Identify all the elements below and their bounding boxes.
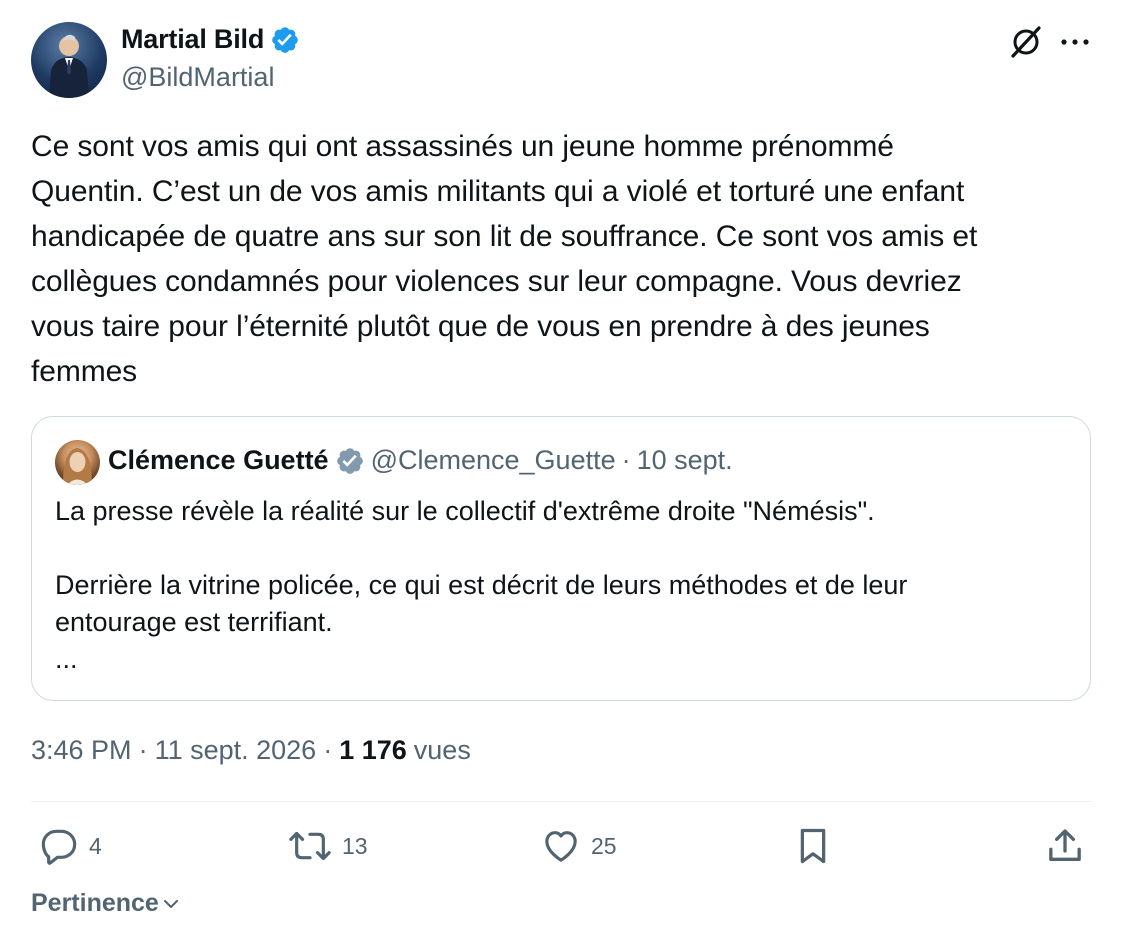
- share-icon: [1049, 829, 1081, 861]
- tweet-text: Ce sont vos amis qui ont assassinés un j…: [31, 124, 1101, 394]
- tweet-text-line: Quentin. C’est un de vos amis militants …: [31, 175, 965, 208]
- repost-icon: [289, 831, 331, 861]
- tweet-time[interactable]: 3:46 PM: [31, 735, 132, 766]
- verified-badge-icon[interactable]: [270, 25, 300, 55]
- repost-count: 13: [342, 832, 368, 859]
- chevron-down-icon: [163, 899, 178, 908]
- meta-separator: ·: [138, 735, 148, 765]
- views-count: 1 176: [339, 735, 407, 765]
- reply-icon: [41, 829, 77, 865]
- grok-icon: [1011, 26, 1041, 58]
- views-label: vues: [413, 735, 471, 765]
- repost-button[interactable]: 13: [288, 826, 368, 866]
- quoted-display-name[interactable]: Clémence Guetté: [108, 445, 329, 476]
- sort-dropdown[interactable]: Pertinence: [31, 889, 181, 918]
- like-count: 25: [591, 832, 617, 859]
- tweet-text-line: femmes: [31, 355, 138, 388]
- bookmark-button[interactable]: [795, 826, 831, 866]
- quoted-author-avatar-image: [63, 448, 92, 485]
- verified-badge-icon[interactable]: [335, 446, 365, 476]
- quoted-handle[interactable]: @Clemence_Guette: [371, 445, 616, 476]
- share-button[interactable]: [1045, 826, 1085, 866]
- tweet-date[interactable]: 11 sept. 2026: [155, 735, 317, 766]
- tweet-text-line: Ce sont vos amis qui ont assassinés un j…: [31, 130, 894, 163]
- quoted-paragraph-gap: [55, 530, 1065, 567]
- quoted-author-avatar[interactable]: [55, 440, 100, 485]
- reply-button[interactable]: 4: [39, 826, 102, 866]
- quoted-text: La presse révèle la réalité sur le colle…: [55, 493, 1065, 678]
- divider: [31, 801, 1093, 802]
- quoted-text-line: Derrière la vitrine policée, ce qui est …: [55, 570, 908, 600]
- tweet-text-line: vous taire pour l’éternité plutôt que de…: [31, 310, 930, 343]
- author-avatar-image: [49, 34, 89, 98]
- meta-separator: ·: [323, 735, 333, 765]
- like-button[interactable]: 25: [541, 826, 617, 866]
- tweet-meta: 3:46 PM · 11 sept. 2026 · 1 176 vues: [31, 735, 471, 766]
- more-button[interactable]: [1055, 22, 1095, 62]
- quoted-text-line: La presse révèle la réalité sur le colle…: [55, 496, 875, 526]
- quoted-separator: ·: [621, 445, 631, 475]
- quoted-text-ellipsis: ...: [55, 644, 78, 674]
- quoted-tweet-card[interactable]: Clémence Guetté @Clemence_Guette · 10 se…: [31, 416, 1091, 701]
- bookmark-icon: [800, 828, 826, 864]
- author-avatar[interactable]: [31, 22, 107, 98]
- author-display-name[interactable]: Martial Bild: [121, 24, 264, 55]
- author-handle[interactable]: @BildMartial: [121, 62, 274, 93]
- tweet-text-line: collègues condamnés pour violences sur l…: [31, 265, 962, 298]
- like-icon: [545, 831, 577, 862]
- reply-count: 4: [89, 832, 102, 859]
- tweet-text-line: handicapée de quatre ans sur son lit de …: [31, 220, 978, 253]
- quoted-header: Clémence Guetté @Clemence_Guette · 10 se…: [108, 445, 733, 476]
- more-icon: [1061, 39, 1089, 45]
- quoted-date[interactable]: 10 sept.: [637, 445, 733, 476]
- sort-label: Pertinence: [31, 889, 159, 917]
- quoted-text-line: entourage est terrifiant.: [55, 607, 333, 637]
- author-name-row: Martial Bild: [121, 24, 300, 55]
- grok-button[interactable]: [1006, 22, 1046, 62]
